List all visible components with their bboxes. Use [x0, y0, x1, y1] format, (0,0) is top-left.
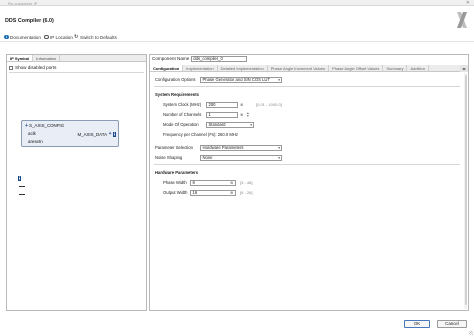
component-name-label: Component Name	[152, 56, 190, 62]
num-channels-label: Number of Channels	[163, 112, 202, 117]
chevron-down-icon: ▾	[278, 77, 280, 82]
clear-icon[interactable]: ⊗	[230, 180, 233, 185]
close-icon[interactable]: ✕	[466, 0, 470, 6]
noise-shaping-select[interactable]: None ▾	[200, 154, 282, 161]
divider	[154, 86, 460, 87]
tab-scroll-arrows-icon[interactable]: ◂▸	[460, 65, 468, 72]
resize-grip-icon[interactable]	[469, 331, 473, 335]
chevron-down-icon: ▾	[278, 155, 280, 160]
clear-icon[interactable]: ⊗	[240, 102, 243, 107]
parameter-selection-label: Parameter Selection	[155, 145, 193, 150]
configuration-options-value: Phase Generator and SIN COS LUT	[202, 76, 271, 82]
tab-implementation[interactable]: Implementation	[183, 65, 218, 71]
frequency-per-channel-text: Frequency per Channel (Fs): 250.0 MHz	[163, 132, 238, 137]
clear-icon[interactable]: ⊗	[240, 112, 243, 117]
header: DDS Compiler (6.0)	[0, 7, 474, 32]
system-clock-label: System Clock (MHz)	[163, 102, 202, 107]
show-disabled-ports-checkbox[interactable]	[9, 65, 13, 70]
toolbar: i Documentation IP Location ↻ Switch to …	[0, 33, 474, 42]
switch-defaults-button[interactable]: ↻ Switch to Defaults	[74, 35, 117, 40]
configuration-options-label: Configuration Options	[155, 77, 196, 82]
ip-location-label: IP Location	[50, 34, 73, 40]
chevron-down-icon: ▾	[250, 122, 252, 127]
ok-button[interactable]: OK	[404, 320, 430, 328]
phase-width-label: Phase Width	[163, 180, 187, 185]
output-width-label: Output Width	[163, 190, 188, 195]
hardware-parameters-heading: Hardware Parameters	[155, 170, 199, 175]
tab-ip-symbol[interactable]: IP Symbol	[7, 55, 34, 61]
clear-icon[interactable]: ⊗	[230, 190, 233, 195]
m-axis-data-label: M_AXIS_DATA	[77, 131, 108, 137]
window-titlebar: Re-customize IP ✕	[0, 0, 474, 6]
system-requirements-heading: System Requirements	[155, 92, 199, 97]
left-panel: IP Symbol Information Show disabled port…	[6, 54, 147, 311]
stepper-icon[interactable]: ▴ ▾	[247, 111, 249, 118]
right-panel: Component Name dds_compiler_0 Configurat…	[149, 54, 469, 311]
show-disabled-ports-row[interactable]: Show disabled ports	[9, 65, 56, 70]
app-title: DDS Compiler (6.0)	[5, 18, 54, 24]
num-channels-input[interactable]: 1	[206, 111, 238, 118]
configuration-options-select[interactable]: Phase Generator and SIN COS LUT ▾	[200, 76, 282, 83]
chevron-down-icon: ▾	[278, 145, 280, 150]
documentation-label: Documentation	[10, 34, 41, 40]
aresetn-pin	[19, 194, 25, 195]
mode-of-operation-value: Standard	[208, 121, 226, 127]
ip-symbol-block: + S_AXIS_CONFIG aclk aresetn M_AXIS_DATA…	[21, 120, 119, 147]
tab-phase-angle-offset[interactable]: Phase Angle Offset Values	[329, 65, 384, 71]
s-axis-bus-icon	[18, 176, 21, 182]
component-name-row: Component Name dds_compiler_0	[152, 56, 248, 62]
s-axis-config-port[interactable]: + S_AXIS_CONFIG	[25, 123, 64, 129]
bus-interface-icon	[113, 131, 116, 137]
documentation-button[interactable]: i Documentation	[4, 35, 41, 40]
ip-location-button[interactable]: IP Location	[44, 35, 73, 40]
left-tabs: IP Symbol Information	[7, 55, 146, 62]
output-width-range: [6 - 26]	[240, 190, 253, 195]
configuration-form: Configuration Options Phase Generator an…	[150, 72, 468, 310]
aclk-pin	[19, 186, 25, 187]
scrollbar-thumb[interactable]	[464, 75, 467, 305]
documentation-icon: i	[4, 34, 9, 40]
parameter-selection-value: Hardware Parameters	[202, 144, 244, 150]
phase-width-range: [3 - 48]	[240, 180, 253, 185]
vendor-logo-icon	[457, 12, 467, 28]
divider	[154, 164, 460, 165]
noise-shaping-label: Noise Shaping	[155, 155, 183, 160]
tab-phase-angle-increment[interactable]: Phase Angle Increment Values	[268, 65, 330, 71]
mode-of-operation-label: Mode Of Operation	[163, 122, 199, 127]
tab-summary[interactable]: Summary	[383, 65, 408, 71]
tab-configuration[interactable]: Configuration	[150, 65, 184, 71]
expand-plus-icon: +	[25, 123, 28, 129]
switch-defaults-label: Switch to Defaults	[80, 34, 117, 40]
expand-plus-icon: +	[108, 131, 112, 137]
noise-shaping-value: None	[202, 154, 213, 160]
m-axis-data-port[interactable]: M_AXIS_DATA +	[77, 131, 116, 137]
vertical-scrollbar[interactable]	[464, 73, 467, 309]
mode-of-operation-select[interactable]: Standard ▾	[206, 121, 254, 128]
folder-icon	[44, 34, 49, 40]
aclk-port-label: aclk	[28, 131, 36, 136]
tab-detailed-implementation[interactable]: Detailed Implementation	[218, 65, 268, 71]
s-axis-config-label: S_AXIS_CONFIG	[29, 123, 65, 128]
system-clock-input[interactable]: 250	[206, 101, 238, 108]
aresetn-port-label: aresetn	[28, 139, 43, 144]
config-tabs: Configuration Implementation Detailed Im…	[150, 65, 468, 72]
tab-addition[interactable]: Addition	[407, 65, 429, 71]
system-clock-range: [0.01 - 1000.0]	[256, 102, 282, 107]
symbol-canvas	[9, 72, 144, 309]
cancel-button[interactable]: Cancel	[437, 320, 467, 328]
tab-information[interactable]: Information	[33, 55, 61, 61]
refresh-icon: ↻	[74, 33, 79, 40]
parameter-selection-select[interactable]: Hardware Parameters ▾	[200, 144, 282, 151]
show-disabled-ports-label: Show disabled ports	[15, 65, 57, 70]
window-title: Re-customize IP	[8, 0, 38, 6]
component-name-input[interactable]: dds_compiler_0	[191, 56, 248, 62]
